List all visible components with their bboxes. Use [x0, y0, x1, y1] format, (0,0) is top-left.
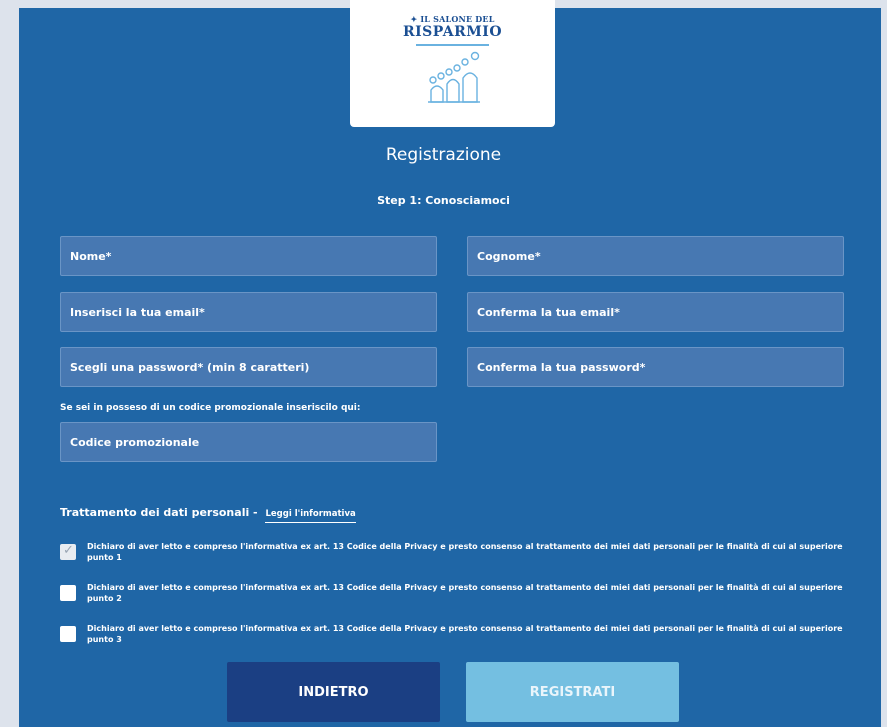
logo-top-line: ✦ IL SALONE DEL [350, 14, 555, 24]
promo-code-field[interactable] [60, 422, 437, 462]
consent-checkbox-2[interactable] [60, 585, 76, 601]
step-title: Step 1: Conosciamoci [377, 194, 510, 207]
privacy-policy-link[interactable]: Leggi l'informativa [265, 509, 356, 523]
consent-checkbox-3[interactable] [60, 626, 76, 642]
consent-text-2: Dichiaro di aver letto e compreso l'info… [87, 583, 843, 603]
savings-growth-icon [428, 51, 480, 103]
email-input[interactable] [61, 293, 436, 331]
consent-text-1: Dichiaro di aver letto e compreso l'info… [87, 542, 843, 562]
first-name-field[interactable] [60, 236, 437, 276]
last-name-input[interactable] [468, 237, 843, 275]
password-confirm-field[interactable] [467, 347, 844, 387]
logo-underline [416, 44, 489, 46]
checkmark-icon: ✓ [63, 543, 74, 558]
consent-text-3: Dichiaro di aver letto e compreso l'info… [87, 624, 843, 644]
consent-item-3: Dichiaro di aver letto e compreso l'info… [60, 623, 860, 653]
email-confirm-field[interactable] [467, 292, 844, 332]
logo-main-text: RISPARMIO [402, 24, 503, 40]
password-field[interactable] [60, 347, 437, 387]
page-title: Registrazione [385, 145, 502, 165]
logo-card: ✦ IL SALONE DEL RISPARMIO [350, 0, 555, 127]
privacy-heading-text: Trattamento dei dati personali - [60, 506, 258, 519]
email-field[interactable] [60, 292, 437, 332]
logo-star-icon: ✦ [410, 14, 418, 24]
register-button[interactable]: REGISTRATI [466, 662, 679, 722]
logo-top-text: IL SALONE DEL [420, 14, 495, 24]
promo-code-input[interactable] [61, 423, 436, 461]
password-confirm-input[interactable] [468, 348, 843, 386]
promo-code-label: Se sei in posseso di un codice promozion… [60, 403, 361, 413]
privacy-heading: Trattamento dei dati personali - Leggi l… [60, 506, 356, 523]
first-name-input[interactable] [61, 237, 436, 275]
last-name-field[interactable] [467, 236, 844, 276]
right-edge [881, 0, 887, 727]
email-confirm-input[interactable] [468, 293, 843, 331]
left-gutter [0, 0, 19, 727]
consent-item-1: ✓ Dichiaro di aver letto e compreso l'in… [60, 541, 860, 571]
password-input[interactable] [61, 348, 436, 386]
back-button[interactable]: INDIETRO [227, 662, 440, 722]
consent-checkbox-1[interactable]: ✓ [60, 543, 76, 560]
consent-item-2: Dichiaro di aver letto e compreso l'info… [60, 582, 860, 612]
